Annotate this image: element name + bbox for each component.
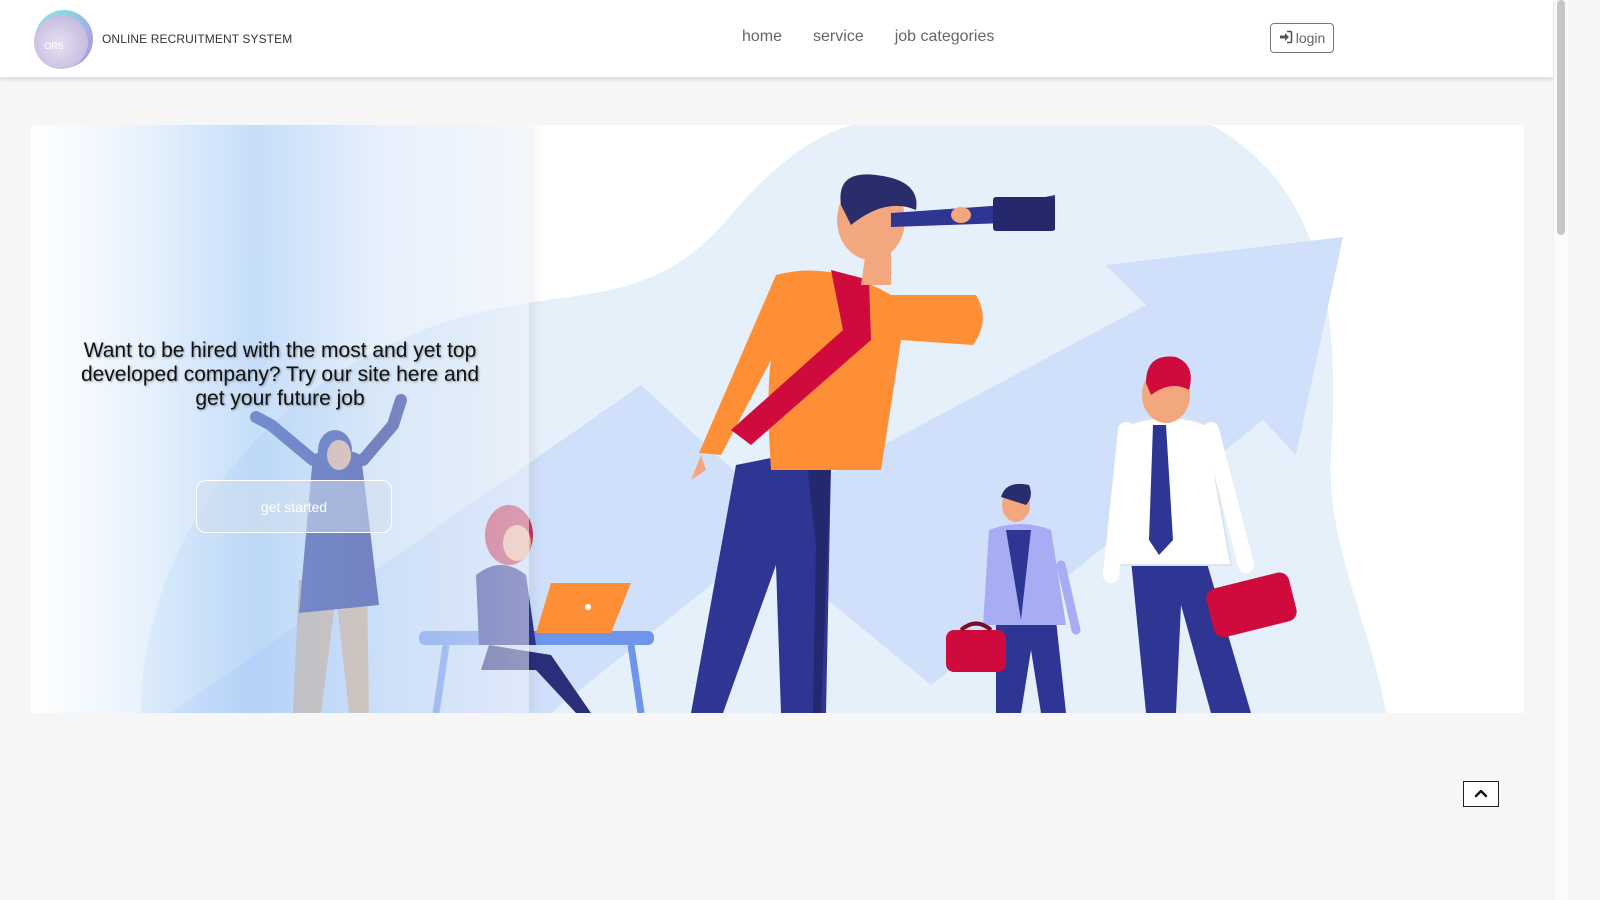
hero-section: Want to be hired with the most and yet t… (31, 125, 1524, 713)
back-to-top-button[interactable] (1463, 781, 1499, 807)
get-started-button[interactable]: get started (196, 480, 392, 533)
chevron-up-icon (1474, 785, 1488, 803)
nav-home[interactable]: home (742, 28, 782, 46)
hero-overlay-panel (31, 125, 529, 713)
nav-service[interactable]: service (813, 28, 864, 46)
nav-job-categories[interactable]: job categories (895, 28, 995, 46)
hero-headline: Want to be hired with the most and yet t… (80, 339, 480, 410)
top-navbar: ORS ONLINE RECRUITMENT SYSTEM home servi… (0, 0, 1553, 78)
scrollbar-thumb[interactable] (1557, 0, 1565, 235)
vertical-scrollbar[interactable] (1553, 0, 1568, 900)
logo-text: ORS (44, 41, 64, 51)
login-label: login (1295, 30, 1326, 46)
brand-name: ONLINE RECRUITMENT SYSTEM (102, 32, 293, 46)
main-nav: home service job categories (742, 28, 1025, 46)
ors-logo[interactable]: ORS (33, 9, 93, 69)
sign-in-icon (1279, 30, 1293, 47)
login-button[interactable]: login (1270, 23, 1334, 53)
